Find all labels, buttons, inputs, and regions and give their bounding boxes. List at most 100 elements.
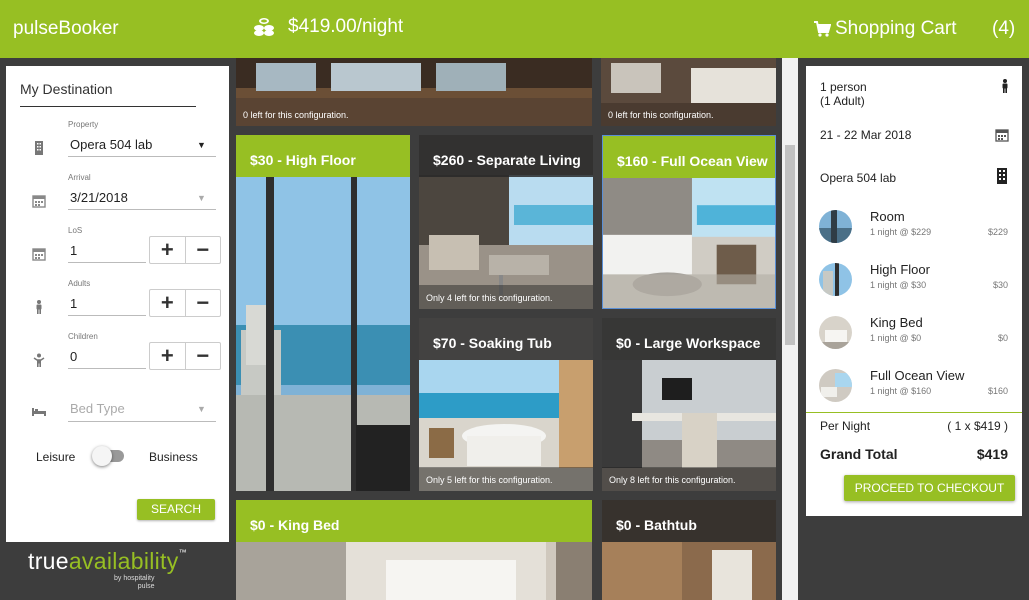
child-icon — [33, 353, 45, 367]
building-icon — [35, 141, 43, 155]
top-bar: pulseBooker $419.00/night Shopping Cart … — [0, 0, 1029, 58]
bed-type-placeholder: Bed Type — [70, 401, 125, 416]
grid-scrollbar[interactable] — [782, 58, 798, 600]
cart-item[interactable]: High Floor 1 night @ $30 $30 — [806, 260, 1022, 300]
search-button[interactable]: SEARCH — [137, 499, 215, 520]
calendar-icon — [32, 248, 46, 261]
room-tile-high-floor[interactable]: $30 - High Floor — [236, 135, 410, 491]
business-label: Business — [149, 450, 198, 464]
field-underline — [68, 262, 146, 263]
per-night-value: ( 1 x $419 ) — [947, 419, 1008, 433]
guests-detail: (1 Adult) — [820, 94, 865, 108]
stay-dates: 21 - 22 Mar 2018 — [820, 128, 912, 142]
per-night-label: Per Night — [820, 419, 871, 433]
chevron-down-icon: ▼ — [197, 193, 206, 203]
arrival-value: 3/21/2018 — [70, 190, 128, 205]
children-increment-button[interactable]: + — [150, 343, 185, 369]
room-tile[interactable]: $0 - Bathtub — [602, 500, 776, 600]
cart-item[interactable]: King Bed 1 night @ $0 $0 — [806, 313, 1022, 353]
adults-label: Adults — [68, 279, 91, 288]
item-price: $229 — [987, 227, 1008, 237]
guests-count: 1 person — [820, 80, 867, 94]
item-price: $160 — [987, 386, 1008, 396]
booking-summary-panel: 1 person (1 Adult) 21 - 22 Mar 2018 Oper… — [806, 66, 1022, 516]
children-decrement-button[interactable]: − — [184, 343, 221, 369]
scrollbar-thumb[interactable] — [785, 145, 795, 345]
trueavailability-logo: trueavailability™ by hospitality pulse — [28, 548, 208, 596]
room-title: $70 - Soaking Tub — [419, 318, 593, 360]
room-title: $0 - Large Workspace — [602, 318, 776, 360]
cart-item[interactable]: Room 1 night @ $229 $229 — [806, 207, 1022, 247]
chevron-down-icon: ▼ — [197, 404, 206, 414]
item-price: $30 — [992, 280, 1008, 290]
field-underline — [68, 315, 146, 316]
logo-sub-line1: by hospitality — [114, 575, 155, 582]
item-detail: 1 night @ $160 — [870, 386, 932, 396]
children-field: Children 0 + − — [6, 330, 229, 370]
adults-stepper: + − — [149, 289, 221, 317]
grand-total-label: Grand Total — [820, 446, 898, 462]
children-input[interactable]: 0 — [70, 349, 77, 364]
logo-sub-line2: pulse — [137, 583, 155, 590]
property-value: Opera 504 lab — [70, 137, 153, 152]
room-tile-full-ocean-view[interactable]: $160 - Full Ocean View — [602, 135, 776, 309]
proceed-to-checkout-button[interactable]: PROCEED TO CHECKOUT — [844, 475, 1015, 501]
room-title: $0 - King Bed — [236, 500, 592, 542]
room-tile[interactable]: 0 left for this configuration. — [236, 58, 592, 126]
calendar-icon — [32, 195, 46, 208]
availability-text: 0 left for this configuration. — [608, 110, 714, 120]
cart-item[interactable]: Full Ocean View 1 night @ $160 $160 — [806, 366, 1022, 406]
brand-name[interactable]: pulseBooker — [13, 18, 119, 40]
divider — [20, 106, 196, 107]
adults-input[interactable]: 1 — [70, 296, 77, 311]
summary-divider — [806, 412, 1022, 413]
availability-text: 0 left for this configuration. — [243, 110, 349, 120]
adults-decrement-button[interactable]: − — [184, 290, 221, 316]
calendar-icon — [995, 129, 1009, 142]
price-per-night: $419.00/night — [288, 16, 404, 37]
los-field: LoS 1 + − — [6, 224, 229, 264]
los-stepper: + − — [149, 236, 221, 264]
field-underline — [68, 209, 216, 210]
nightly-price: $419.00/night — [252, 16, 403, 38]
availability-text: Only 8 left for this configuration. — [609, 475, 736, 485]
cart-icon — [814, 21, 831, 37]
person-icon — [1002, 79, 1008, 93]
coins-icon — [254, 18, 274, 36]
cart-label: Shopping Cart — [835, 18, 957, 39]
property-label: Property — [68, 120, 99, 129]
toggle-knob[interactable] — [92, 446, 112, 466]
room-photo — [236, 135, 410, 491]
adults-increment-button[interactable]: + — [150, 290, 185, 316]
room-tile[interactable]: $0 - Large Workspace Only 8 left for thi… — [602, 318, 776, 491]
grand-total-value: $419 — [976, 446, 1008, 462]
person-icon — [36, 300, 42, 314]
property-select[interactable]: Property Opera 504 lab ▼ — [6, 118, 229, 158]
destination-title: My Destination — [20, 81, 113, 97]
children-label: Children — [68, 332, 98, 341]
arrival-date-field[interactable]: Arrival 3/21/2018 ▼ — [6, 171, 229, 211]
room-tile-king-bed[interactable]: $0 - King Bed — [236, 500, 592, 600]
room-tile[interactable]: $260 - Separate Living Only 4 left for t… — [419, 135, 593, 309]
leisure-label: Leisure — [36, 450, 76, 464]
shopping-cart-link[interactable]: Shopping Cart — [813, 18, 956, 40]
item-detail: 1 night @ $0 — [870, 333, 922, 343]
item-name: Room — [870, 209, 905, 224]
room-title: $0 - Bathtub — [602, 500, 776, 542]
los-decrement-button[interactable]: − — [184, 237, 221, 263]
trip-type-toggle-row: Leisure Business — [6, 446, 229, 467]
availability-text: Only 4 left for this configuration. — [426, 293, 553, 303]
room-tile[interactable]: $70 - Soaking Tub Only 5 left for this c… — [419, 318, 593, 491]
bed-type-select[interactable]: Bed Type ▼ — [6, 396, 229, 422]
item-name: Full Ocean View — [870, 368, 965, 383]
room-title: $160 - Full Ocean View — [603, 136, 775, 178]
item-thumbnail — [819, 210, 852, 243]
room-title: $260 - Separate Living — [419, 135, 593, 177]
room-tile[interactable]: 0 left for this configuration. — [601, 58, 776, 126]
availability-text: Only 5 left for this configuration. — [426, 475, 553, 485]
item-price: $0 — [997, 333, 1008, 343]
building-icon — [997, 168, 1007, 184]
los-increment-button[interactable]: + — [150, 237, 185, 263]
cart-count[interactable]: (4) — [992, 18, 1015, 40]
los-input[interactable]: 1 — [70, 243, 77, 258]
